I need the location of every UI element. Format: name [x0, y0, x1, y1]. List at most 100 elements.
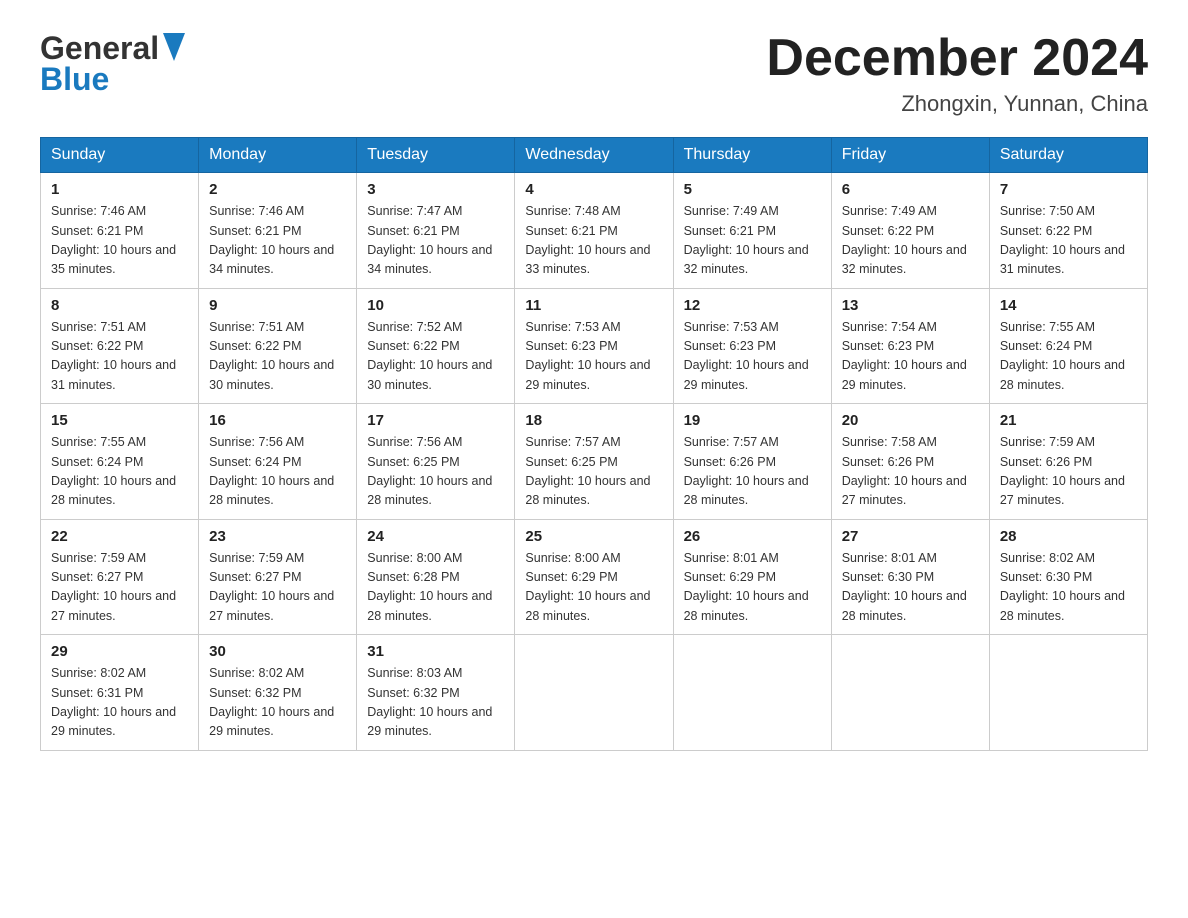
day-info: Sunrise: 7:58 AM Sunset: 6:26 PM Dayligh… [842, 433, 979, 511]
table-row: 29 Sunrise: 8:02 AM Sunset: 6:31 PM Dayl… [41, 635, 199, 751]
day-info: Sunrise: 7:59 AM Sunset: 6:27 PM Dayligh… [51, 549, 188, 627]
day-info: Sunrise: 7:46 AM Sunset: 6:21 PM Dayligh… [51, 202, 188, 280]
day-info: Sunrise: 7:48 AM Sunset: 6:21 PM Dayligh… [525, 202, 662, 280]
table-row: 9 Sunrise: 7:51 AM Sunset: 6:22 PM Dayli… [199, 288, 357, 404]
day-number: 3 [367, 181, 504, 198]
day-info: Sunrise: 7:49 AM Sunset: 6:21 PM Dayligh… [684, 202, 821, 280]
day-number: 26 [684, 528, 821, 545]
calendar-week-row: 1 Sunrise: 7:46 AM Sunset: 6:21 PM Dayli… [41, 173, 1148, 289]
table-row: 1 Sunrise: 7:46 AM Sunset: 6:21 PM Dayli… [41, 173, 199, 289]
weekday-header-row: Sunday Monday Tuesday Wednesday Thursday… [41, 138, 1148, 173]
table-row: 4 Sunrise: 7:48 AM Sunset: 6:21 PM Dayli… [515, 173, 673, 289]
table-row: 24 Sunrise: 8:00 AM Sunset: 6:28 PM Dayl… [357, 519, 515, 635]
table-row [989, 635, 1147, 751]
table-row: 7 Sunrise: 7:50 AM Sunset: 6:22 PM Dayli… [989, 173, 1147, 289]
day-number: 19 [684, 412, 821, 429]
logo-blue: Blue [40, 61, 109, 98]
day-number: 4 [525, 181, 662, 198]
day-number: 21 [1000, 412, 1137, 429]
logo: General Blue [40, 30, 185, 98]
day-number: 6 [842, 181, 979, 198]
day-info: Sunrise: 8:01 AM Sunset: 6:30 PM Dayligh… [842, 549, 979, 627]
table-row: 19 Sunrise: 7:57 AM Sunset: 6:26 PM Dayl… [673, 404, 831, 520]
day-number: 24 [367, 528, 504, 545]
col-sunday: Sunday [41, 138, 199, 173]
table-row: 22 Sunrise: 7:59 AM Sunset: 6:27 PM Dayl… [41, 519, 199, 635]
day-info: Sunrise: 7:59 AM Sunset: 6:26 PM Dayligh… [1000, 433, 1137, 511]
table-row: 26 Sunrise: 8:01 AM Sunset: 6:29 PM Dayl… [673, 519, 831, 635]
day-number: 13 [842, 297, 979, 314]
day-info: Sunrise: 7:54 AM Sunset: 6:23 PM Dayligh… [842, 318, 979, 396]
table-row: 16 Sunrise: 7:56 AM Sunset: 6:24 PM Dayl… [199, 404, 357, 520]
table-row: 3 Sunrise: 7:47 AM Sunset: 6:21 PM Dayli… [357, 173, 515, 289]
table-row: 15 Sunrise: 7:55 AM Sunset: 6:24 PM Dayl… [41, 404, 199, 520]
day-info: Sunrise: 7:55 AM Sunset: 6:24 PM Dayligh… [1000, 318, 1137, 396]
day-number: 28 [1000, 528, 1137, 545]
day-number: 9 [209, 297, 346, 314]
day-info: Sunrise: 7:51 AM Sunset: 6:22 PM Dayligh… [51, 318, 188, 396]
day-number: 30 [209, 643, 346, 660]
day-number: 29 [51, 643, 188, 660]
day-number: 10 [367, 297, 504, 314]
day-info: Sunrise: 8:01 AM Sunset: 6:29 PM Dayligh… [684, 549, 821, 627]
day-number: 11 [525, 297, 662, 314]
day-info: Sunrise: 7:47 AM Sunset: 6:21 PM Dayligh… [367, 202, 504, 280]
day-number: 15 [51, 412, 188, 429]
col-thursday: Thursday [673, 138, 831, 173]
table-row: 11 Sunrise: 7:53 AM Sunset: 6:23 PM Dayl… [515, 288, 673, 404]
day-info: Sunrise: 7:46 AM Sunset: 6:21 PM Dayligh… [209, 202, 346, 280]
day-info: Sunrise: 7:56 AM Sunset: 6:24 PM Dayligh… [209, 433, 346, 511]
day-info: Sunrise: 8:00 AM Sunset: 6:29 PM Dayligh… [525, 549, 662, 627]
calendar-title: December 2024 [766, 30, 1148, 87]
col-saturday: Saturday [989, 138, 1147, 173]
col-wednesday: Wednesday [515, 138, 673, 173]
day-number: 2 [209, 181, 346, 198]
table-row: 30 Sunrise: 8:02 AM Sunset: 6:32 PM Dayl… [199, 635, 357, 751]
table-row: 14 Sunrise: 7:55 AM Sunset: 6:24 PM Dayl… [989, 288, 1147, 404]
table-row: 6 Sunrise: 7:49 AM Sunset: 6:22 PM Dayli… [831, 173, 989, 289]
day-info: Sunrise: 7:57 AM Sunset: 6:26 PM Dayligh… [684, 433, 821, 511]
calendar-table: Sunday Monday Tuesday Wednesday Thursday… [40, 137, 1148, 751]
table-row: 12 Sunrise: 7:53 AM Sunset: 6:23 PM Dayl… [673, 288, 831, 404]
day-number: 12 [684, 297, 821, 314]
day-info: Sunrise: 7:51 AM Sunset: 6:22 PM Dayligh… [209, 318, 346, 396]
col-friday: Friday [831, 138, 989, 173]
calendar-body: 1 Sunrise: 7:46 AM Sunset: 6:21 PM Dayli… [41, 173, 1148, 751]
day-number: 23 [209, 528, 346, 545]
day-number: 7 [1000, 181, 1137, 198]
calendar-week-row: 8 Sunrise: 7:51 AM Sunset: 6:22 PM Dayli… [41, 288, 1148, 404]
day-number: 1 [51, 181, 188, 198]
day-number: 16 [209, 412, 346, 429]
calendar-subtitle: Zhongxin, Yunnan, China [766, 91, 1148, 117]
table-row: 20 Sunrise: 7:58 AM Sunset: 6:26 PM Dayl… [831, 404, 989, 520]
table-row [673, 635, 831, 751]
day-info: Sunrise: 8:03 AM Sunset: 6:32 PM Dayligh… [367, 664, 504, 742]
table-row: 31 Sunrise: 8:03 AM Sunset: 6:32 PM Dayl… [357, 635, 515, 751]
day-info: Sunrise: 7:59 AM Sunset: 6:27 PM Dayligh… [209, 549, 346, 627]
calendar-week-row: 22 Sunrise: 7:59 AM Sunset: 6:27 PM Dayl… [41, 519, 1148, 635]
calendar-header: Sunday Monday Tuesday Wednesday Thursday… [41, 138, 1148, 173]
day-info: Sunrise: 7:52 AM Sunset: 6:22 PM Dayligh… [367, 318, 504, 396]
day-info: Sunrise: 7:53 AM Sunset: 6:23 PM Dayligh… [525, 318, 662, 396]
day-info: Sunrise: 8:02 AM Sunset: 6:32 PM Dayligh… [209, 664, 346, 742]
day-number: 22 [51, 528, 188, 545]
day-info: Sunrise: 7:55 AM Sunset: 6:24 PM Dayligh… [51, 433, 188, 511]
day-number: 14 [1000, 297, 1137, 314]
day-info: Sunrise: 8:02 AM Sunset: 6:31 PM Dayligh… [51, 664, 188, 742]
col-tuesday: Tuesday [357, 138, 515, 173]
table-row: 18 Sunrise: 7:57 AM Sunset: 6:25 PM Dayl… [515, 404, 673, 520]
day-number: 5 [684, 181, 821, 198]
day-number: 25 [525, 528, 662, 545]
table-row [831, 635, 989, 751]
day-info: Sunrise: 7:49 AM Sunset: 6:22 PM Dayligh… [842, 202, 979, 280]
table-row: 23 Sunrise: 7:59 AM Sunset: 6:27 PM Dayl… [199, 519, 357, 635]
day-number: 8 [51, 297, 188, 314]
day-number: 20 [842, 412, 979, 429]
day-number: 31 [367, 643, 504, 660]
table-row: 21 Sunrise: 7:59 AM Sunset: 6:26 PM Dayl… [989, 404, 1147, 520]
day-info: Sunrise: 7:50 AM Sunset: 6:22 PM Dayligh… [1000, 202, 1137, 280]
table-row: 17 Sunrise: 7:56 AM Sunset: 6:25 PM Dayl… [357, 404, 515, 520]
calendar-week-row: 29 Sunrise: 8:02 AM Sunset: 6:31 PM Dayl… [41, 635, 1148, 751]
table-row: 27 Sunrise: 8:01 AM Sunset: 6:30 PM Dayl… [831, 519, 989, 635]
day-info: Sunrise: 8:02 AM Sunset: 6:30 PM Dayligh… [1000, 549, 1137, 627]
